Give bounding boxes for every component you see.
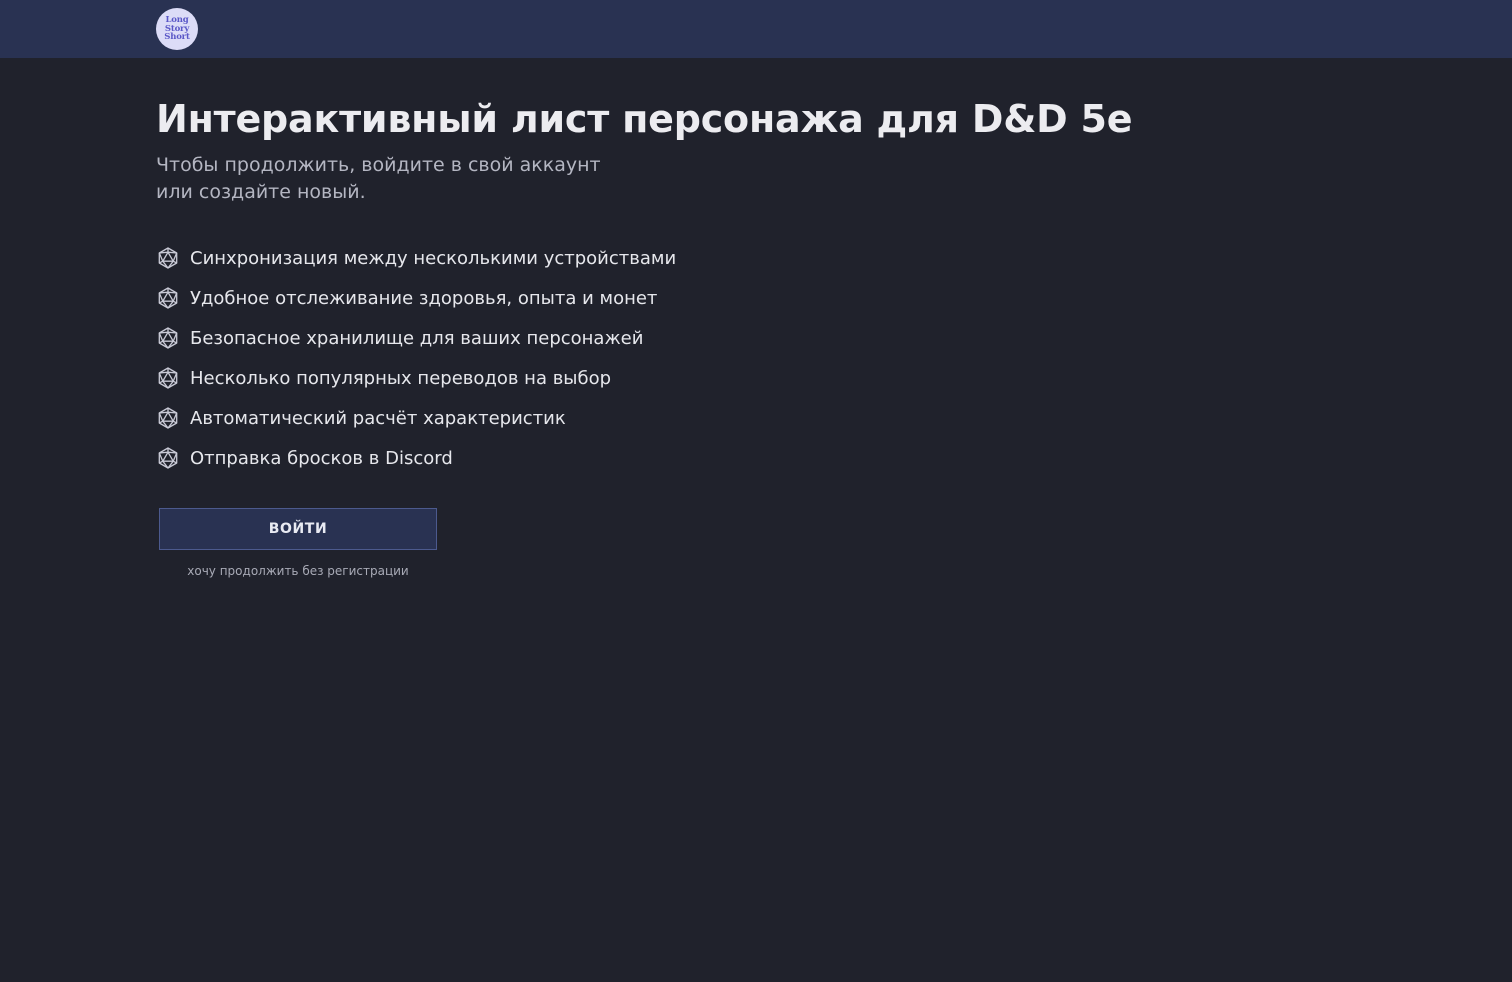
feature-label: Несколько популярных переводов на выбор [190,367,612,389]
d20-icon [158,447,178,469]
feature-item: Отправка бросков в Discord [156,438,1356,478]
d20-icon [158,287,178,309]
feature-label: Безопасное хранилище для ваших персонаже… [190,327,644,349]
top-bar: Long Story Short [0,0,1512,58]
d20-icon [158,327,178,349]
feature-label: Синхронизация между несколькими устройст… [190,247,677,269]
d20-icon [158,247,178,269]
logo[interactable]: Long Story Short [156,8,198,50]
main-content: Интерактивный лист персонажа для D&D 5e … [156,94,1356,578]
feature-label: Автоматический расчёт характеристик [190,407,566,429]
page-subtitle: Чтобы продолжить, войдите в свой аккаунт… [156,154,601,203]
feature-label: Отправка бросков в Discord [190,447,453,469]
feature-item: Синхронизация между несколькими устройст… [156,238,1356,278]
feature-item: Безопасное хранилище для ваших персонаже… [156,318,1356,358]
feature-item: Несколько популярных переводов на выбор [156,358,1356,398]
d20-icon [158,407,178,429]
continue-without-registration-link[interactable]: хочу продолжить без регистрации [159,564,437,578]
login-button[interactable]: Войти [159,508,437,550]
feature-list: Синхронизация между несколькими устройст… [156,238,1356,478]
feature-item: Удобное отслеживание здоровья, опыта и м… [156,278,1356,318]
page-title: Интерактивный лист персонажа для D&D 5e [156,97,1133,141]
feature-item: Автоматический расчёт характеристик [156,398,1356,438]
logo-line-3: Short [164,32,190,43]
d20-icon [158,367,178,389]
feature-label: Удобное отслеживание здоровья, опыта и м… [190,287,658,309]
